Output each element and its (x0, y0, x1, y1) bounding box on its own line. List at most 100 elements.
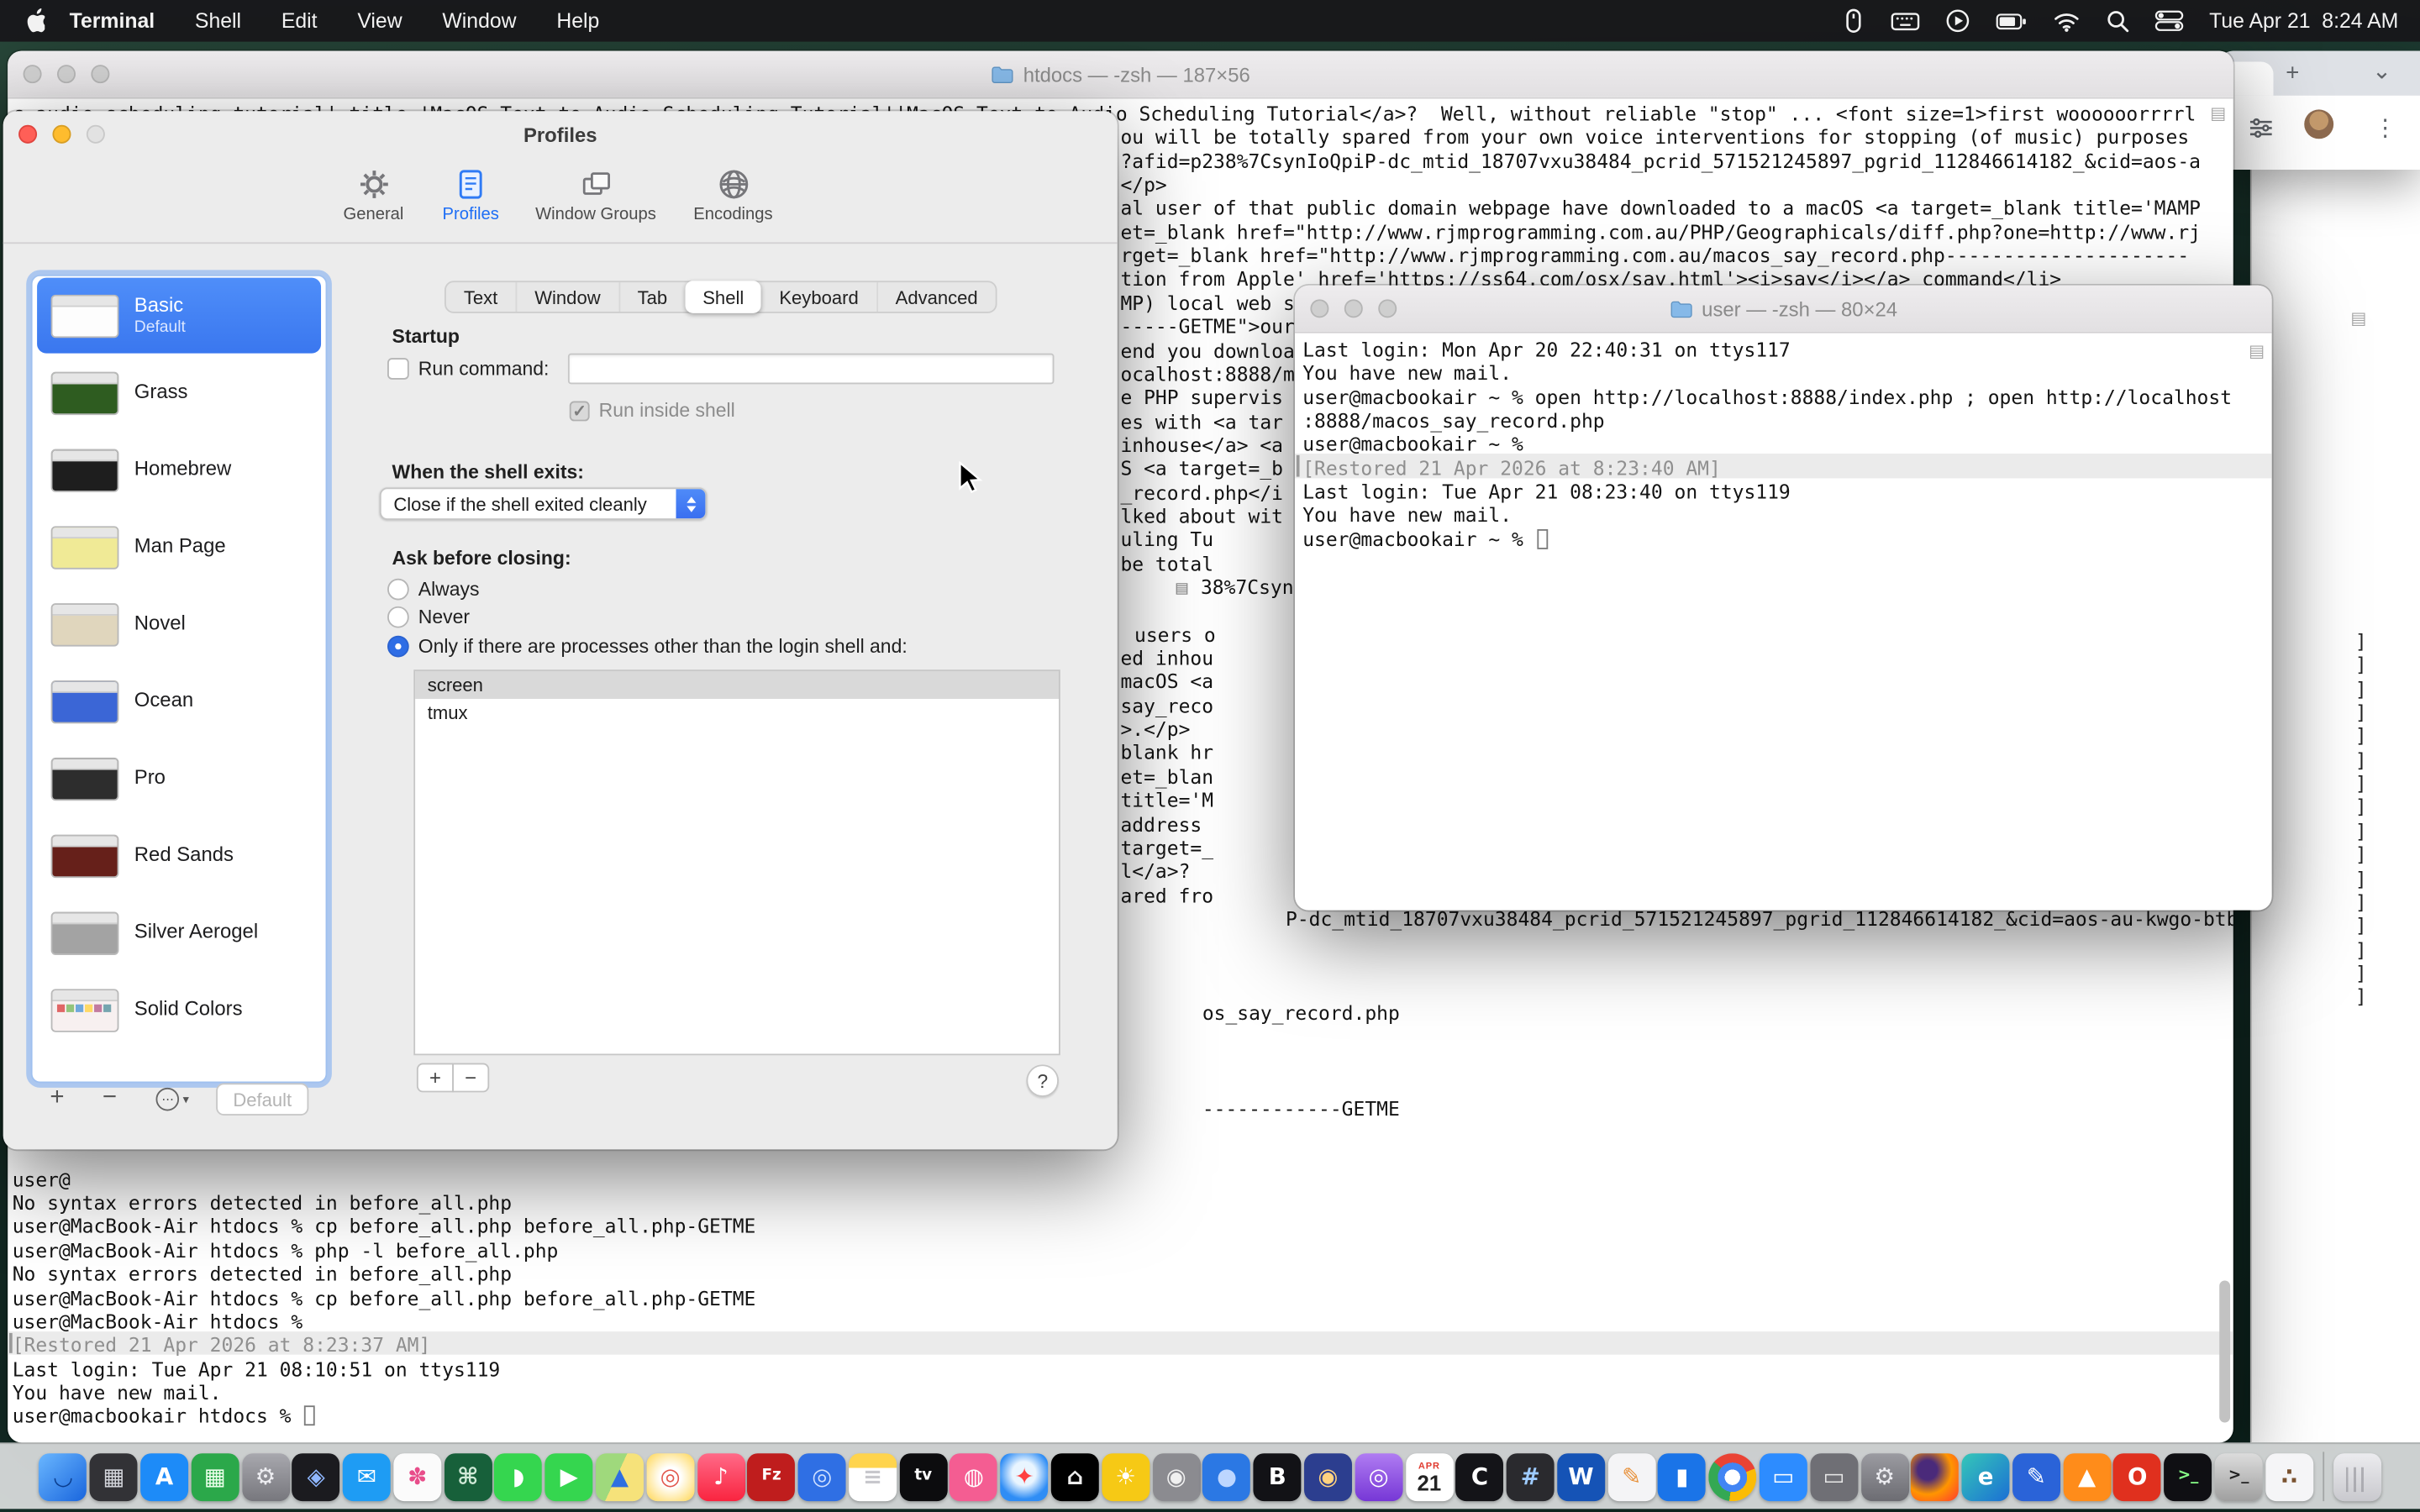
battery-icon[interactable] (1996, 7, 2029, 34)
dock-icon-camera-gray[interactable]: ◉ (1152, 1452, 1200, 1500)
dock-icon-camera-color[interactable]: ◎ (646, 1452, 694, 1500)
toolbar-item-encodings[interactable]: Encodings (684, 164, 783, 224)
mouse-icon[interactable] (1840, 7, 1866, 34)
browser-menu-icon[interactable]: ⋮ (2374, 114, 2397, 142)
dock-icon-messages[interactable]: ◗ (495, 1452, 543, 1500)
background-browser-window[interactable]: + ⌄ ⋮ (2217, 51, 2420, 170)
dock-icon-safari[interactable]: ✦ (1001, 1452, 1049, 1500)
add-profile-button[interactable]: + (40, 1083, 74, 1114)
menu-view[interactable]: View (357, 9, 402, 33)
profile-row-red-sands[interactable]: Red Sands (37, 817, 321, 893)
dock-icon-finder[interactable]: ◡ (39, 1452, 87, 1500)
menu-bar-clock[interactable]: Tue Apr 21 8:24 AM (2209, 9, 2398, 33)
run-command-checkbox[interactable] (387, 358, 409, 380)
ask-option-always[interactable]: Always (387, 579, 908, 601)
dock-icon-facetime[interactable]: ▶ (545, 1452, 593, 1500)
tab-search-chevron-icon[interactable]: ⌄ (2372, 57, 2391, 85)
profile-row-novel[interactable]: Novel (37, 586, 321, 662)
dock-icon-launchpad[interactable]: ▦ (90, 1452, 138, 1500)
tab-tab[interactable]: Tab (618, 282, 685, 312)
dock-icon-iterm[interactable]: >_ (2165, 1452, 2212, 1500)
toolbar-item-general[interactable]: General (334, 164, 414, 224)
dock-icon-edge[interactable]: e (1962, 1452, 2010, 1500)
process-row-screen[interactable]: screen (415, 671, 1059, 699)
dock-icon-app-grid-dark[interactable]: # (1507, 1452, 1555, 1500)
set-default-button[interactable]: Default (216, 1083, 308, 1116)
dock-icon-terminal-alt[interactable]: >_ (2215, 1452, 2263, 1500)
dock-icon-firefox[interactable] (1911, 1452, 1959, 1500)
dock-icon-camera-dark[interactable]: ▭ (1810, 1452, 1858, 1500)
dock-icon-utility-dark[interactable]: ◈ (292, 1452, 340, 1500)
dock-icon-trash[interactable] (2333, 1452, 2381, 1500)
profile-row-man-page[interactable]: Man Page (37, 509, 321, 585)
dock-icon-keynote[interactable]: ▮ (1658, 1452, 1706, 1500)
menu-window[interactable]: Window (442, 9, 516, 33)
dock-icon-notes[interactable]: ≡ (849, 1452, 897, 1500)
help-button[interactable]: ? (1026, 1064, 1059, 1097)
dock-icon-photo-booth[interactable]: ◉ (1304, 1452, 1352, 1500)
process-list[interactable]: screentmux (413, 669, 1060, 1055)
spotlight-search-icon[interactable] (2106, 7, 2130, 34)
dock-icon-app-b-black[interactable]: B (1254, 1452, 1302, 1500)
dock-icon-tv[interactable]: tv (899, 1452, 947, 1500)
dock-icon-app-paw[interactable]: ∴ (2265, 1452, 2313, 1500)
dock-icon-opera[interactable]: O (2113, 1452, 2161, 1500)
profile-row-silver-aerogel[interactable]: Silver Aerogel (37, 895, 321, 970)
dock-icon-app-blue-round[interactable]: ◎ (798, 1452, 846, 1500)
dock-icon-zoom[interactable]: ▭ (1760, 1452, 1807, 1500)
apple-menu[interactable] (22, 8, 45, 34)
add-process-button[interactable]: + (417, 1063, 454, 1093)
user-terminal-titlebar[interactable]: user — -zsh — 80×24 (1295, 286, 2272, 333)
keyboard-icon[interactable] (1891, 7, 1921, 34)
remove-process-button[interactable]: − (452, 1063, 489, 1093)
active-app-menu[interactable]: Terminal (70, 9, 155, 33)
dock-icon-app-blue-dot[interactable]: ● (1203, 1452, 1251, 1500)
dock-icon-app-pink[interactable]: ◍ (950, 1452, 997, 1500)
ask-option-never[interactable]: Never (387, 607, 908, 629)
dock-icon-settings-gear[interactable]: ⚙ (1860, 1452, 1908, 1500)
dock-icon-chrome[interactable] (1709, 1452, 1757, 1500)
dock-icon-app-store[interactable]: A (140, 1452, 188, 1500)
profile-more-options-button[interactable]: ⋯ ▾ (145, 1083, 201, 1114)
dock-icon-pencil-blue[interactable]: ✎ (2012, 1452, 2060, 1500)
profile-row-grass[interactable]: Grass (37, 354, 321, 430)
dock-icon-word[interactable]: W (1557, 1452, 1605, 1500)
tab-keyboard[interactable]: Keyboard (761, 282, 876, 312)
menu-shell[interactable]: Shell (195, 9, 241, 33)
profile-row-solid-colors[interactable]: Solid Colors (37, 972, 321, 1047)
terminal-preferences-window[interactable]: Profiles GeneralProfilesWindow GroupsEnc… (3, 111, 1118, 1149)
screen-mirroring-icon[interactable] (1945, 7, 1971, 34)
dock-icon-podcasts[interactable]: ◎ (1355, 1452, 1402, 1500)
dock-icon-app-dark-green[interactable]: ⌘ (444, 1452, 492, 1500)
wifi-icon[interactable] (2054, 7, 2081, 34)
dock-icon-photos[interactable]: ✽ (393, 1452, 441, 1500)
profile-row-ocean[interactable]: Ocean (37, 664, 321, 739)
control-center-icon[interactable] (2155, 7, 2185, 34)
dock-icon-system-settings[interactable]: ⚙ (242, 1452, 290, 1500)
remove-profile-button[interactable]: − (92, 1083, 126, 1114)
background-terminal-window-right[interactable]: ]]]]]]]]]]]]]]]]▤▤ (2250, 96, 2420, 1442)
dock-icon-app-black-home[interactable]: ⌂ (1051, 1452, 1099, 1500)
new-tab-icon[interactable]: + (2286, 60, 2299, 87)
profile-row-pro[interactable]: Pro (37, 741, 321, 816)
process-row-tmux[interactable]: tmux (415, 699, 1059, 727)
run-inside-shell-checkbox[interactable]: ✓ (570, 402, 590, 422)
dock-icon-music[interactable]: ♪ (697, 1452, 744, 1500)
dock-icon-maps[interactable]: ▲ (596, 1452, 644, 1500)
user-terminal-window[interactable]: Last login: Mon Apr 20 22:40:31 on ttys1… (1295, 286, 2272, 911)
ask-option-only-if-there-are-processes-[interactable]: Only if there are processes other than t… (387, 635, 908, 657)
htdocs-terminal-titlebar[interactable]: htdocs — -zsh — 187×56 (8, 51, 2233, 99)
menu-help[interactable]: Help (556, 9, 599, 33)
browser-profile-avatar[interactable] (2304, 109, 2333, 139)
tab-advanced[interactable]: Advanced (876, 282, 996, 312)
dock-icon-grid-green[interactable]: ▦ (191, 1452, 239, 1500)
dock-icon-pages[interactable]: ✎ (1607, 1452, 1655, 1500)
dock-icon-mail[interactable]: ✉ (343, 1452, 391, 1500)
dock-icon-vlc[interactable]: ▲ (2063, 1452, 2111, 1500)
scrollbar-thumb[interactable] (2219, 1280, 2230, 1422)
tab-shell[interactable]: Shell (685, 281, 761, 313)
dock-icon-filezilla[interactable]: Fz (748, 1452, 796, 1500)
tab-window[interactable]: Window (515, 282, 618, 312)
menu-edit[interactable]: Edit (281, 9, 318, 33)
profile-row-basic[interactable]: BasicDefault (37, 278, 321, 354)
